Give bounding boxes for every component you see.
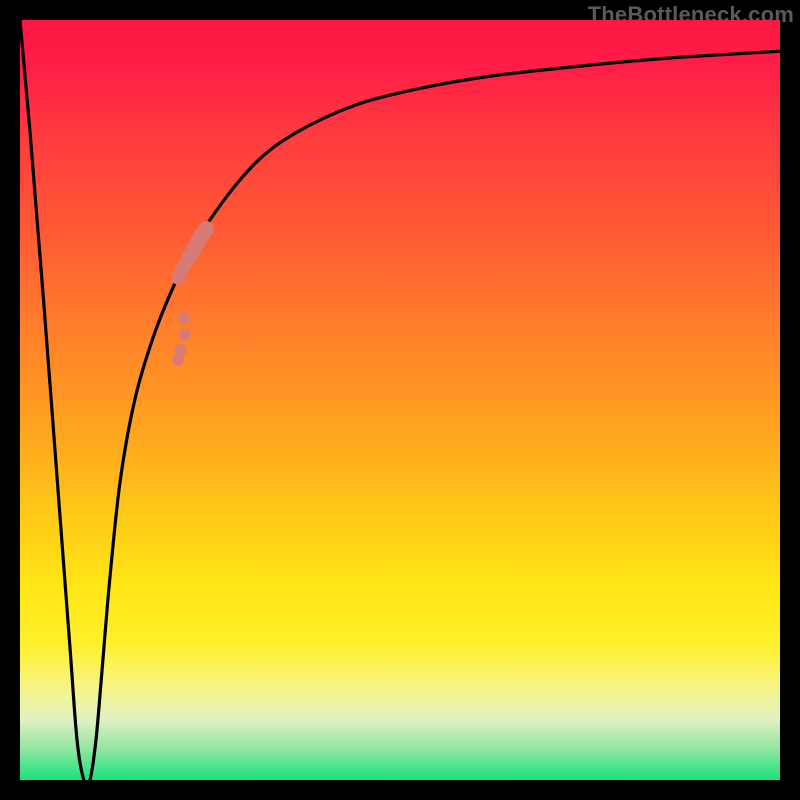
- plot-area: [20, 20, 780, 780]
- curve-svg: [20, 20, 780, 780]
- highlight-dot: [179, 329, 191, 341]
- highlight-dot: [172, 354, 184, 366]
- highlight-dot: [198, 221, 214, 237]
- highlight-dot: [178, 312, 190, 324]
- bottleneck-curve: [20, 20, 780, 780]
- chart-frame: TheBottleneck.com: [0, 0, 800, 800]
- highlight-dots: [171, 221, 214, 366]
